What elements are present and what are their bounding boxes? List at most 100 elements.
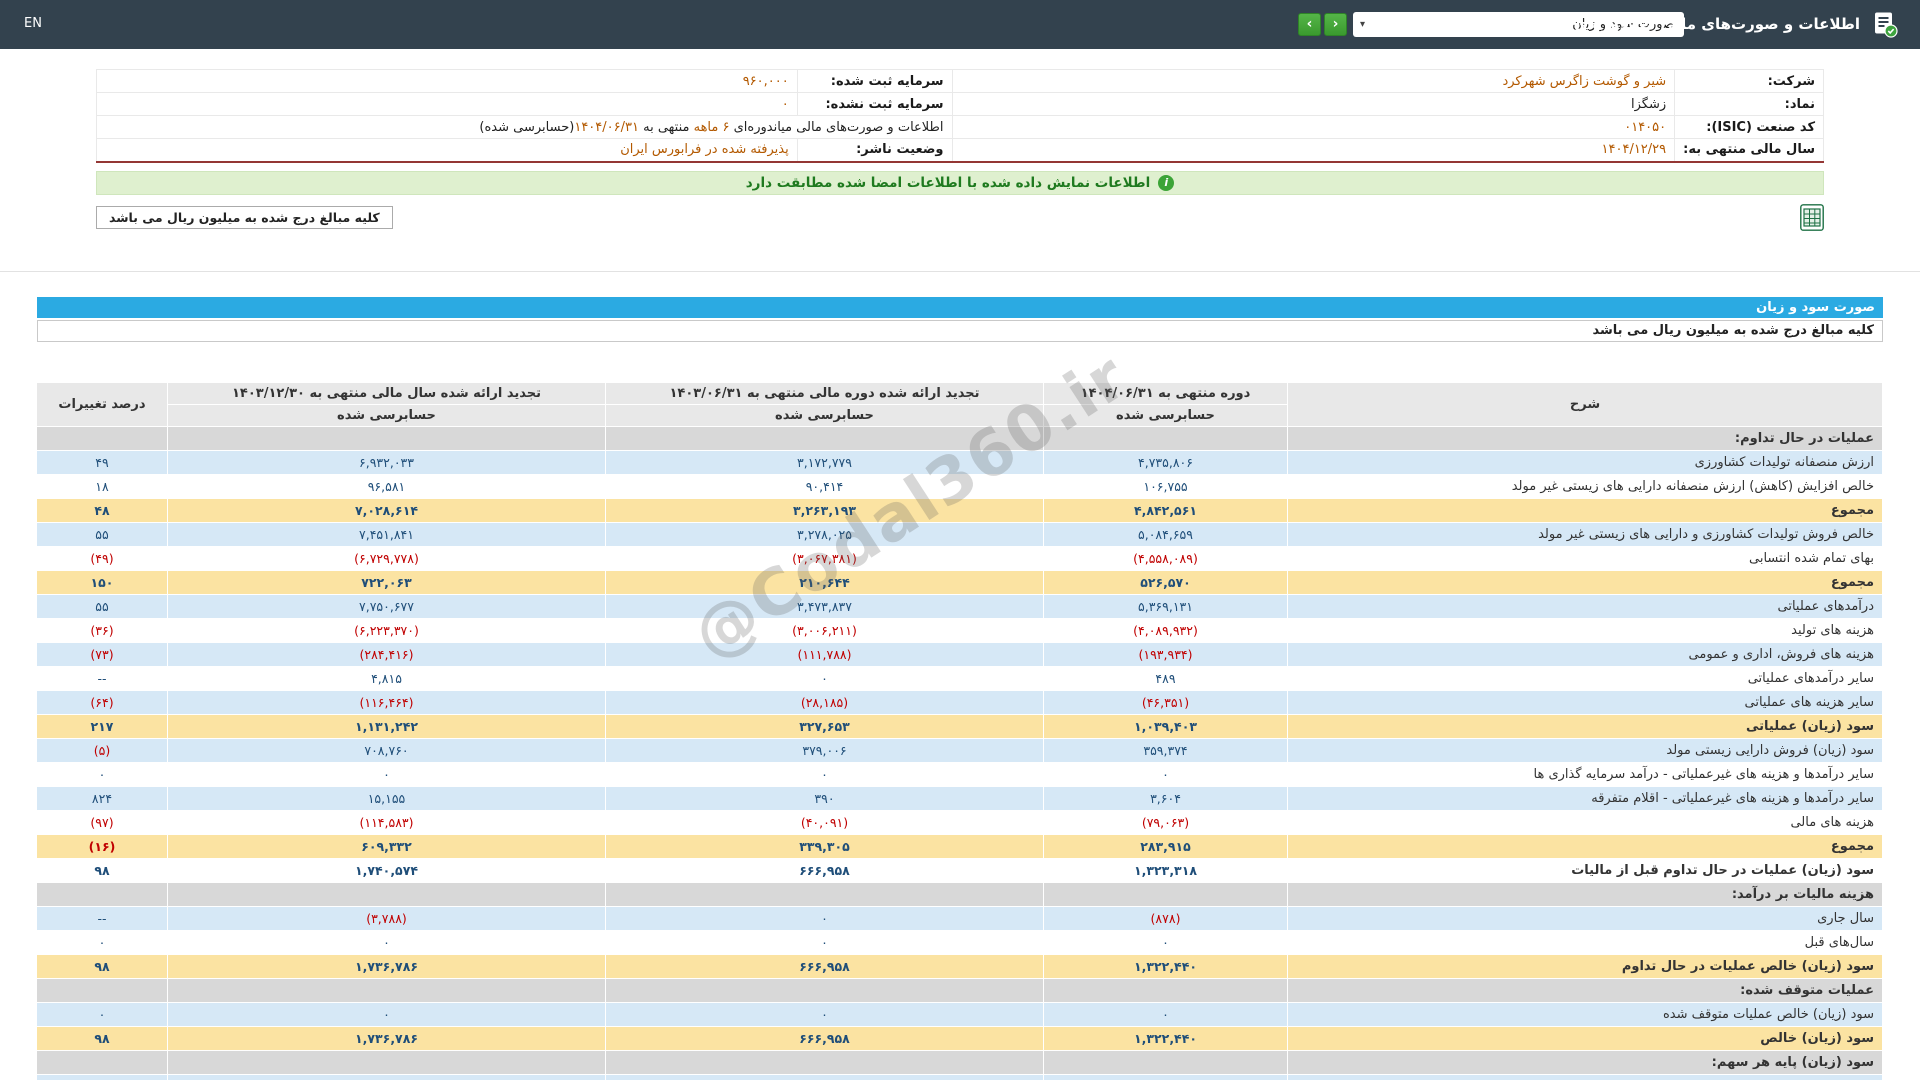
- row-description: هزینه مالیات بر درآمد:: [1287, 881, 1883, 907]
- row-percent-change: (۵): [36, 737, 168, 763]
- unit-note-box: کلیه مبالغ درج شده به میلیون ریال می باش…: [96, 206, 393, 229]
- row-value: ۳۳۹,۳۰۵: [605, 833, 1044, 859]
- chevron-left-icon: ‹: [1332, 16, 1339, 32]
- row-value: (۳,۰۶۷,۳۸۱): [605, 545, 1044, 571]
- row-value: (۲۸۴,۴۱۶): [167, 641, 606, 667]
- row-value: [605, 425, 1044, 451]
- row-value: (۴,۵۵۸,۰۸۹): [1043, 545, 1288, 571]
- row-value: [605, 1049, 1044, 1075]
- row-value: ۳,۱۷۲,۷۷۹: [605, 449, 1044, 475]
- row-value: (۱۱۴,۵۸۳): [167, 809, 606, 835]
- row-value: ۹۰,۴۱۴: [605, 473, 1044, 499]
- row-value: ۳۵۹,۳۷۴: [1043, 737, 1288, 763]
- row-value: ۶,۹۳۲,۰۳۳: [167, 449, 606, 475]
- chevron-right-button[interactable]: ›: [1298, 13, 1321, 36]
- col-header-year-restated: تجدید ارائه شده سال مالی منتهی به ۱۴۰۳/۱…: [167, 381, 606, 405]
- row-percent-change: ۴۹: [36, 449, 168, 475]
- row-percent-change: ۸۲۴: [36, 785, 168, 811]
- col-header-description: شرح: [1287, 381, 1883, 427]
- row-value: ۹۶,۵۸۱: [167, 473, 606, 499]
- statement-row: سود (زیان) خالص ۱,۳۲۲,۴۴۰ ۶۶۶,۹۵۸ ۱,۷۳۶,۷۸۶…: [36, 1025, 1883, 1051]
- company-value: پذیرفته شده در فرابورس ایران: [96, 138, 798, 162]
- row-percent-change: ۲۱۷: [36, 1073, 168, 1080]
- page: { "colors": { "topbar_bg": "#33424E", "n…: [0, 0, 1920, 1080]
- row-percent-change: [36, 977, 168, 1003]
- row-percent-change: ۲۱۷: [36, 713, 168, 739]
- col-header-period-current: دوره منتهی به ۱۴۰۴/۰۶/۳۱: [1043, 381, 1288, 405]
- row-value: ۰: [167, 1001, 606, 1027]
- row-description: سایر هزینه های عملیاتی: [1287, 689, 1883, 715]
- row-value: (۴۶,۳۵۱): [1043, 689, 1288, 715]
- row-value: ۳,۲۶۳,۱۹۳: [605, 497, 1044, 523]
- row-description: درآمدهای عملیاتی: [1287, 593, 1883, 619]
- statement-row: مجموع ۵۲۶,۵۷۰ ۲۱۰,۶۴۴ ۷۲۲,۰۶۳ ۱۵۰: [36, 569, 1883, 595]
- statement-nav-buttons: ‹ ›: [1298, 13, 1347, 36]
- statement-title-bar: صورت سود و زیان: [37, 296, 1883, 318]
- statement-row: عملیاتی (ریال)۱,۰۸۳۳۴۱۱,۱۷۸۲۱۷: [36, 1073, 1883, 1080]
- row-percent-change: (۱۶): [36, 833, 168, 859]
- row-value: ۴,۷۳۵,۸۰۶: [1043, 449, 1288, 475]
- company-value: ۰۱۴۰۵۰: [951, 115, 1676, 139]
- statement-row: سود (زیان) خالص عملیات در حال تداوم ۱,۳۲۲…: [36, 953, 1883, 979]
- row-value: ۲۱۰,۶۴۴: [605, 569, 1044, 595]
- excel-export-icon[interactable]: [1800, 204, 1824, 231]
- row-value: ۱,۳۲۲,۴۴۰: [1043, 953, 1288, 979]
- row-percent-change: [36, 1049, 168, 1075]
- row-value: (۱۱۶,۴۶۴): [167, 689, 606, 715]
- row-value: ۱,۰۸۳: [1043, 1073, 1288, 1080]
- company-value-part: (حسابرسی شده): [479, 119, 575, 135]
- statement-table: شرح دوره منتهی به ۱۴۰۴/۰۶/۳۱ تجدید ارائه…: [36, 381, 1883, 1080]
- row-value: (۳,۷۸۸): [167, 905, 606, 931]
- row-value: ۱۰۶,۷۵۵: [1043, 473, 1288, 499]
- row-value: [1043, 881, 1288, 907]
- row-description: مجموع: [1287, 497, 1883, 523]
- row-value: ۷,۷۵۰,۶۷۷: [167, 593, 606, 619]
- company-label: سال مالی منتهی به:: [1674, 138, 1824, 162]
- company-value-part: ۶ ماهه: [693, 119, 730, 135]
- company-label: نماد:: [1674, 92, 1824, 116]
- company-info-table: شرکت: شیر و گوشت زاگرس شهرکرد سرمایه ثبت ش…: [96, 69, 1824, 163]
- statement-row: درآمدهای عملیاتی ۵,۳۶۹,۱۳۱ ۳,۴۷۳,۸۳۷ ۷,۷۵۰,…: [36, 593, 1883, 619]
- company-info-body: شرکت: شیر و گوشت زاگرس شهرکرد سرمایه ثبت ش…: [96, 69, 1824, 162]
- company-info-row: شرکت: شیر و گوشت زاگرس شهرکرد سرمایه ثبت ش…: [96, 69, 1824, 93]
- company-value-part: اطلاعات و صورت‌های مالی میاندوره‌ای: [729, 119, 944, 135]
- row-value: [167, 425, 606, 451]
- row-description: هزینه های تولید: [1287, 617, 1883, 643]
- row-value: ۰: [605, 905, 1044, 931]
- row-value: ۳۷۹,۰۰۶: [605, 737, 1044, 763]
- row-value: [167, 977, 606, 1003]
- signature-match-text: اطلاعات نمایش داده شده با اطلاعات امضا ش…: [745, 174, 1151, 191]
- chevron-left-button[interactable]: ‹: [1324, 13, 1347, 36]
- row-value: ۲۸۳,۹۱۵: [1043, 833, 1288, 859]
- company-value: ۱۴۰۴/۱۲/۲۹: [951, 138, 1676, 162]
- statement-row: سایر درآمدها و هزینه های غیرعملیاتی - اق…: [36, 785, 1883, 811]
- row-value: (۶,۷۲۹,۷۷۸): [167, 545, 606, 571]
- row-value: ۱,۷۳۶,۷۸۶: [167, 953, 606, 979]
- row-value: ۱,۱۳۱,۲۴۲: [167, 713, 606, 739]
- statement-row: سال جاری (۸۷۸) ۰ (۳,۷۸۸) --: [36, 905, 1883, 931]
- section-row: عملیات در حال تداوم:: [36, 425, 1883, 451]
- row-description: هزینه های فروش، اداری و عمومی: [1287, 641, 1883, 667]
- company-value-part: ۱۴۰۴/۰۶/۳۱: [574, 119, 639, 135]
- row-description: سایر درآمدهای عملیاتی: [1287, 665, 1883, 691]
- row-value: ۰: [1043, 929, 1288, 955]
- row-value: ۶۶۶,۹۵۸: [605, 953, 1044, 979]
- row-description: سایر درآمدها و هزینه های غیرعملیاتی - در…: [1287, 761, 1883, 787]
- signature-match-banner: i اطلاعات نمایش داده شده با اطلاعات امضا…: [96, 170, 1824, 195]
- language-toggle-en[interactable]: EN: [24, 16, 42, 31]
- row-value: (۶,۲۲۳,۳۷۰): [167, 617, 606, 643]
- statement-row: مجموع ۲۸۳,۹۱۵ ۳۳۹,۳۰۵ ۶۰۹,۳۳۲ (۱۶): [36, 833, 1883, 859]
- statement-row: هزینه های فروش، اداری و عمومی (۱۹۳,۹۳۴) (۱…: [36, 641, 1883, 667]
- col-subheader-audited: حسابرسی شده: [167, 403, 606, 427]
- row-description: خالص افزایش (کاهش) ارزش منصفانه دارایی ه…: [1287, 473, 1883, 499]
- row-value: (۱۹۳,۹۳۴): [1043, 641, 1288, 667]
- page-title: اطلاعات و صورت‌های مالی میاندوره‌ای: [1574, 15, 1860, 33]
- statement-row: سایر درآمدهای عملیاتی ۴۸۹ ۰ ۴,۸۱۵ --: [36, 665, 1883, 691]
- row-value: [605, 977, 1044, 1003]
- statement-row: سود (زیان) فروش دارایی زیستی مولد ۳۵۹,۳۷۴…: [36, 737, 1883, 763]
- company-value: اطلاعات و صورت‌های مالی میاندوره‌ای ۶ ما…: [96, 115, 953, 139]
- row-description: هزینه های مالی: [1287, 809, 1883, 835]
- row-value: ۷,۰۲۸,۶۱۴: [167, 497, 606, 523]
- section-row: سود (زیان) پایه هر سهم:: [36, 1049, 1883, 1075]
- row-percent-change: ۹۸: [36, 1025, 168, 1051]
